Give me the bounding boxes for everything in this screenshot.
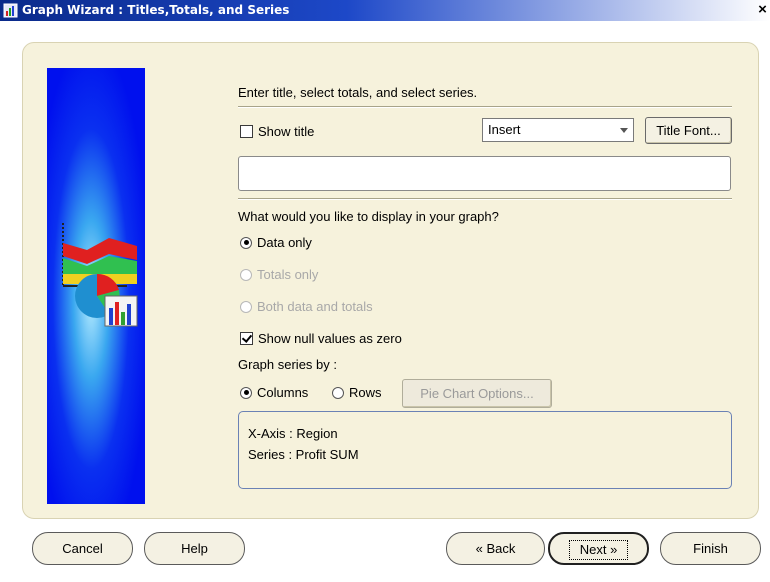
data-only-label: Data only	[257, 235, 312, 250]
x-axis-summary: X-Axis : Region	[248, 426, 338, 441]
back-label: Back	[486, 541, 516, 556]
chart-illustration	[47, 68, 145, 504]
title-position-value: Insert	[488, 122, 521, 137]
rows-label: Rows	[349, 385, 382, 400]
next-label: Next	[579, 542, 607, 557]
title-position-select[interactable]: Insert	[482, 118, 634, 142]
finish-button[interactable]: Finish	[660, 532, 761, 565]
show-title-checkbox[interactable]	[240, 125, 253, 138]
series-by-label: Graph series by :	[238, 357, 337, 372]
data-only-radio[interactable]	[240, 236, 252, 249]
back-chevron-icon: «	[475, 541, 483, 556]
help-button[interactable]: Help	[144, 532, 245, 565]
chevron-down-icon[interactable]	[620, 128, 628, 133]
columns-label: Columns	[257, 385, 309, 400]
title-input[interactable]	[238, 156, 731, 191]
data-only-radio-row[interactable]: Data only	[240, 235, 312, 250]
next-button[interactable]: Next »	[548, 532, 649, 565]
rows-radio-row[interactable]: Rows	[332, 385, 382, 400]
show-null-checkbox[interactable]	[240, 332, 253, 345]
instructions-text: Enter title, select totals, and select s…	[238, 85, 478, 100]
pie-chart-options-button: Pie Chart Options...	[402, 379, 552, 408]
cancel-button[interactable]: Cancel	[32, 532, 133, 565]
columns-radio[interactable]	[240, 386, 252, 399]
title-bar: Graph Wizard : Titles,Totals, and Series…	[0, 0, 770, 21]
next-focus-ring: Next »	[568, 540, 629, 560]
columns-radio-row[interactable]: Columns	[240, 385, 308, 400]
summary-box: X-Axis : Region Series : Profit SUM	[238, 411, 732, 489]
back-button[interactable]: « Back	[446, 532, 545, 565]
rows-radio[interactable]	[332, 386, 344, 399]
totals-only-label: Totals only	[257, 267, 319, 282]
totals-only-radio	[240, 268, 252, 281]
separator-top	[238, 106, 732, 108]
next-chevron-icon: »	[610, 542, 618, 557]
separator-middle	[238, 198, 732, 200]
title-font-button[interactable]: Title Font...	[645, 117, 732, 144]
both-data-totals-label: Both data and totals	[257, 299, 373, 314]
show-null-label: Show null values as zero	[258, 331, 402, 346]
window-title: Graph Wizard : Titles,Totals, and Series	[22, 3, 290, 17]
both-radio-row: Both data and totals	[240, 299, 373, 314]
both-data-totals-radio	[240, 300, 252, 313]
show-title-label: Show title	[258, 124, 315, 139]
show-null-checkbox-row[interactable]: Show null values as zero	[240, 331, 402, 346]
app-icon	[3, 3, 18, 18]
show-title-checkbox-row[interactable]: Show title	[240, 124, 314, 139]
close-icon[interactable]: ×	[755, 2, 770, 18]
series-summary: Series : Profit SUM	[248, 447, 359, 462]
totals-only-radio-row: Totals only	[240, 267, 318, 282]
display-question: What would you like to display in your g…	[238, 209, 499, 224]
